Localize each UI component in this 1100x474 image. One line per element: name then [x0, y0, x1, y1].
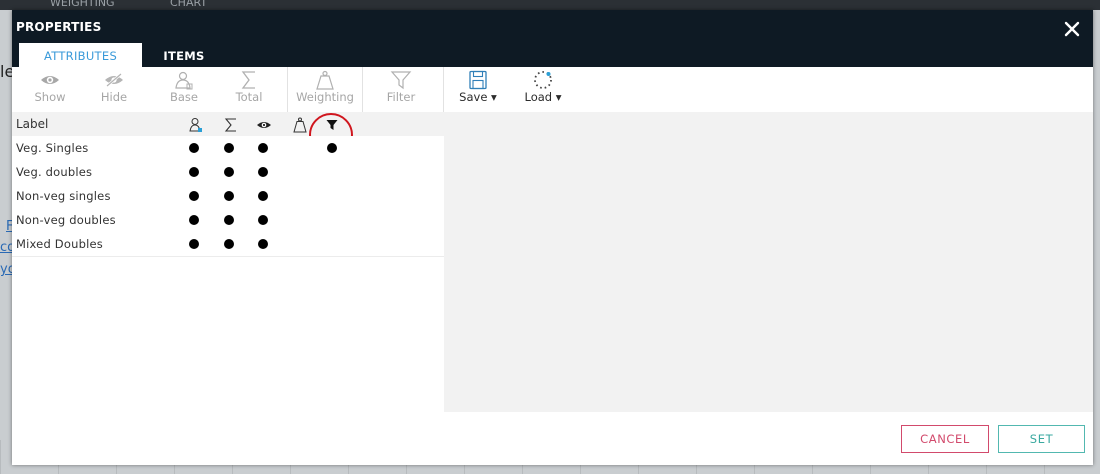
total-enabled-dot[interactable] — [224, 191, 234, 201]
background-tab-weighting: WEIGHTING — [50, 0, 115, 9]
set-button[interactable]: SET — [998, 425, 1085, 453]
weighting-label: Weighting — [296, 90, 354, 104]
table-row[interactable]: Veg. Singles — [12, 136, 444, 161]
load-label: Load ▾ — [524, 90, 562, 104]
base-enabled-dot[interactable] — [189, 191, 199, 201]
details-pane — [444, 112, 1093, 412]
base-enabled-dot[interactable] — [189, 239, 199, 249]
toolbar-separator — [443, 67, 444, 112]
table-header: Label — [12, 112, 444, 157]
dialog-title: PROPERTIES — [16, 20, 102, 34]
tab-attributes[interactable]: ATTRIBUTES — [19, 43, 142, 67]
save-icon — [469, 70, 487, 90]
load-button[interactable]: Load ▾ — [517, 67, 569, 112]
total-button[interactable]: Total — [225, 67, 273, 112]
total-enabled-dot[interactable] — [224, 215, 234, 225]
filter-button[interactable]: Filter — [378, 67, 424, 112]
save-label: Save ▾ — [459, 90, 497, 104]
weight-icon — [316, 70, 334, 90]
toolbar-separator — [287, 67, 288, 112]
hide-button[interactable]: Hide — [90, 67, 138, 112]
close-button[interactable] — [1061, 18, 1083, 40]
save-button[interactable]: Save ▾ — [452, 67, 504, 112]
toolbar: Show Hide Base Total Weighting Filter Sa… — [12, 67, 1093, 112]
table-row[interactable]: Non-veg singles — [12, 184, 444, 209]
eye-icon — [41, 76, 59, 84]
weight-icon[interactable] — [292, 117, 308, 133]
attributes-panel: Label Veg. Singles Veg. doubles Non-veg … — [12, 112, 1093, 412]
table-row[interactable]: Non-veg doubles — [12, 208, 444, 233]
properties-dialog: PROPERTIES ATTRIBUTES ITEMS Show Hide Ba… — [12, 10, 1093, 465]
show-enabled-dot[interactable] — [258, 143, 268, 153]
eye-slash-icon — [105, 73, 123, 87]
table-row[interactable]: Mixed Doubles — [12, 232, 444, 257]
background-tab-chart: CHART — [170, 0, 208, 9]
show-enabled-dot[interactable] — [258, 239, 268, 249]
base-icon[interactable] — [188, 117, 204, 133]
background-topbar: WEIGHTING CHART — [0, 0, 1100, 10]
sum-icon[interactable] — [223, 117, 239, 133]
cancel-button[interactable]: CANCEL — [901, 425, 989, 453]
base-enabled-dot[interactable] — [189, 167, 199, 177]
label-column-header: Label — [16, 117, 49, 131]
show-label: Show — [34, 90, 66, 104]
close-icon — [1064, 21, 1080, 37]
sum-icon — [241, 71, 255, 89]
toolbar-separator — [362, 67, 363, 112]
row-label: Non-veg doubles — [16, 213, 116, 227]
base-icon — [175, 71, 193, 90]
hide-label: Hide — [100, 90, 128, 104]
filter-icon — [390, 71, 412, 90]
total-label: Total — [235, 90, 263, 104]
filter-enabled-dot[interactable] — [327, 143, 337, 153]
total-enabled-dot[interactable] — [224, 167, 234, 177]
row-label: Mixed Doubles — [16, 237, 103, 251]
loading-spinner-icon — [534, 71, 552, 89]
row-label: Veg. Singles — [16, 141, 89, 155]
eye-icon[interactable] — [256, 117, 272, 133]
dialog-header: PROPERTIES ATTRIBUTES ITEMS — [12, 10, 1093, 67]
total-enabled-dot[interactable] — [224, 239, 234, 249]
table-row[interactable]: Veg. doubles — [12, 160, 444, 185]
show-enabled-dot[interactable] — [258, 167, 268, 177]
base-button[interactable]: Base — [160, 67, 208, 112]
filter-label: Filter — [386, 90, 416, 104]
show-button[interactable]: Show — [26, 67, 74, 112]
show-enabled-dot[interactable] — [258, 215, 268, 225]
row-label: Veg. doubles — [16, 165, 93, 179]
base-enabled-dot[interactable] — [189, 143, 199, 153]
tab-items[interactable]: ITEMS — [152, 43, 216, 67]
show-enabled-dot[interactable] — [258, 191, 268, 201]
row-label: Non-veg singles — [16, 189, 111, 203]
base-enabled-dot[interactable] — [189, 215, 199, 225]
base-label: Base — [169, 90, 198, 104]
total-enabled-dot[interactable] — [224, 143, 234, 153]
weighting-button[interactable]: Weighting — [292, 67, 358, 112]
